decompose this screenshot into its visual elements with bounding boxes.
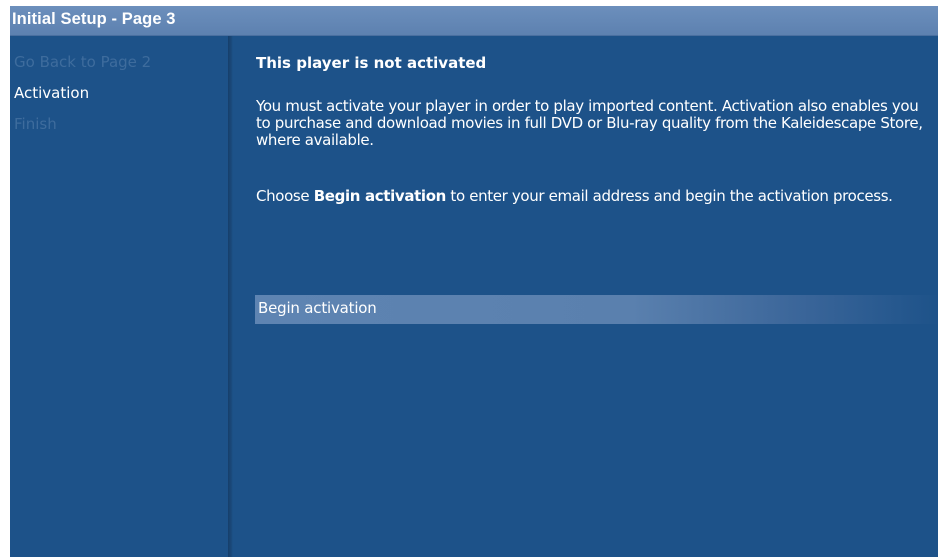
- instructions-prefix: Choose: [256, 187, 314, 205]
- window-title: Initial Setup - Page 3: [12, 10, 176, 28]
- sidebar-nav: Go Back to Page 2 Activation Finish: [10, 36, 228, 557]
- instructions-suffix: to enter your email address and begin th…: [446, 187, 893, 205]
- sidebar-item-finish[interactable]: Finish: [14, 115, 57, 133]
- activation-instructions: Choose Begin activation to enter your em…: [256, 188, 928, 205]
- sidebar-item-activation[interactable]: Activation: [14, 84, 89, 102]
- sidebar-item-go-back[interactable]: Go Back to Page 2: [14, 53, 151, 71]
- activation-description: You must activate your player in order t…: [256, 97, 923, 149]
- begin-activation-button[interactable]: Begin activation: [255, 295, 938, 324]
- page-heading: This player is not activated: [256, 54, 487, 72]
- instructions-emphasis: Begin activation: [313, 187, 447, 205]
- title-bar: Initial Setup - Page 3: [10, 6, 938, 36]
- begin-activation-label: Begin activation: [258, 299, 377, 317]
- setup-window: Initial Setup - Page 3 Go Back to Page 2…: [10, 6, 938, 557]
- main-panel: This player is not activated You must ac…: [233, 36, 938, 557]
